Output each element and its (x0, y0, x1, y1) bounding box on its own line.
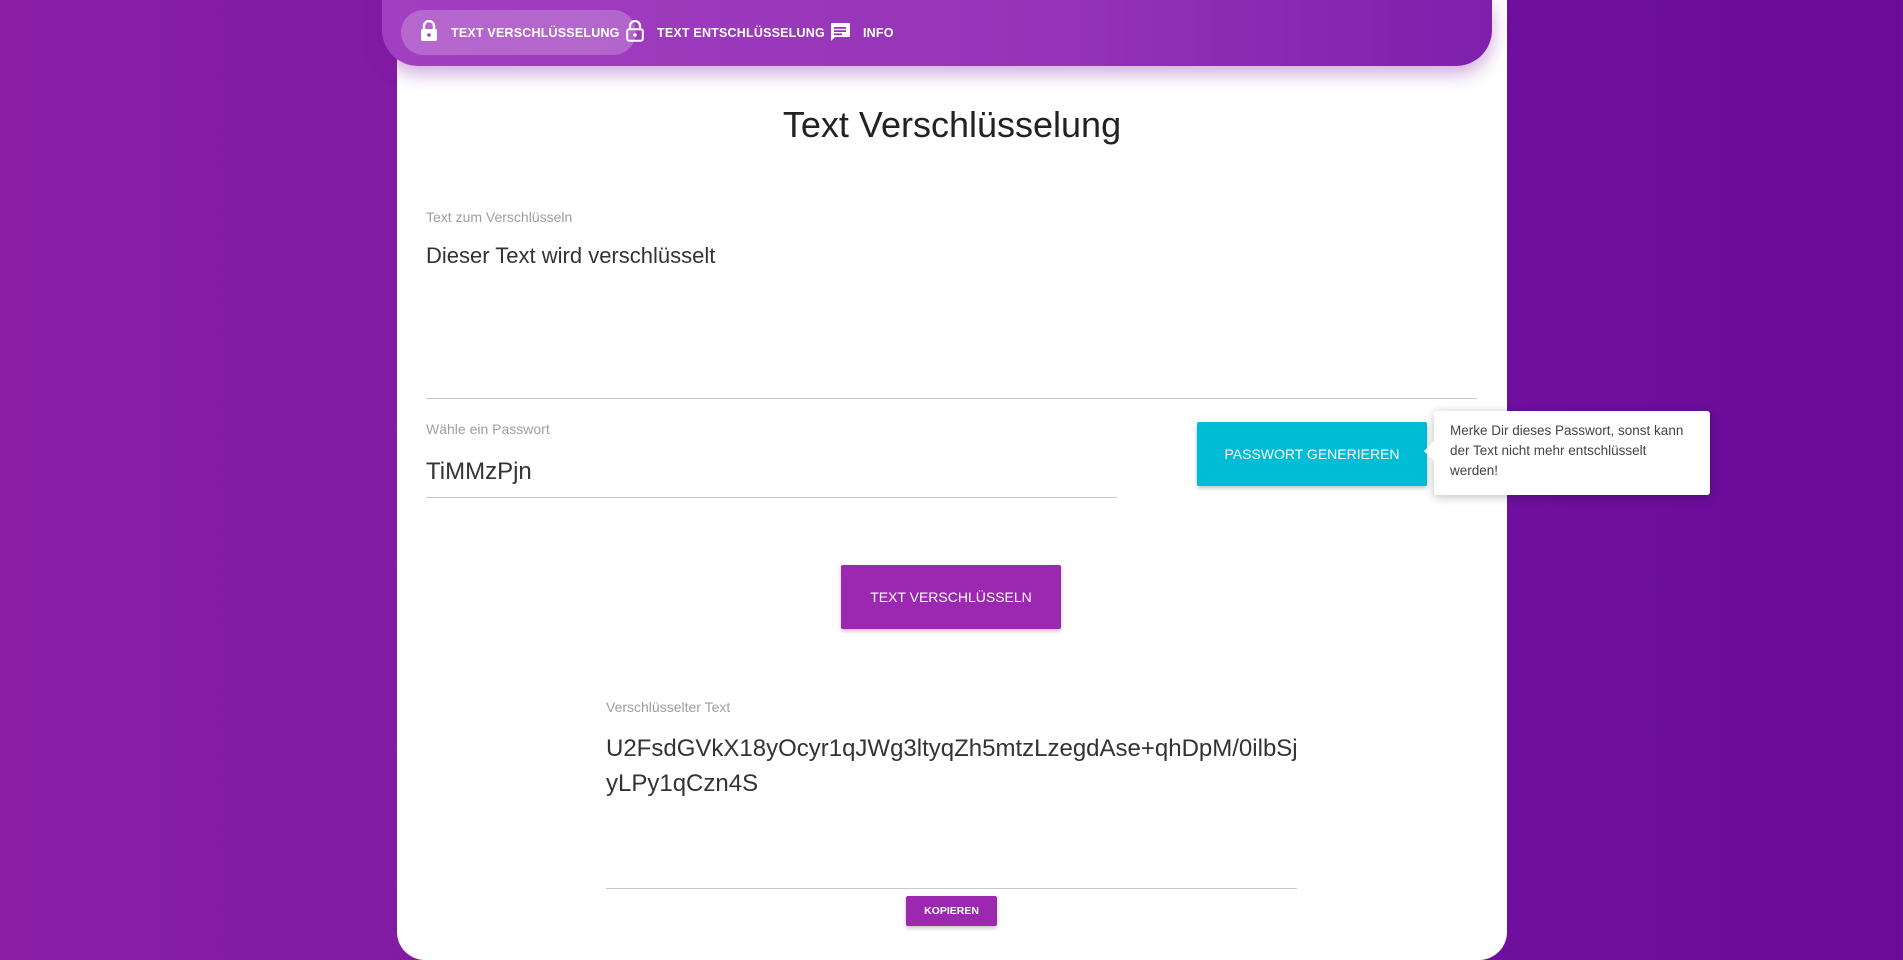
encrypt-text-button[interactable]: Text verschlüsseln (841, 565, 1061, 629)
password-tooltip: Merke Dir dieses Passwort, sonst kann de… (1424, 411, 1710, 495)
lock-icon (419, 19, 451, 45)
tab-text-encryption[interactable]: TEXT VERSCHLÜSSELUNG (401, 10, 636, 55)
tab-info[interactable]: INFO (811, 10, 910, 55)
tab-label: TEXT VERSCHLÜSSELUNG (451, 25, 620, 40)
text-to-encrypt-textarea[interactable]: Dieser Text wird verschlüsselt (426, 243, 1476, 393)
generate-password-button[interactable]: Passwort generieren (1197, 422, 1427, 486)
encrypted-text-output[interactable]: U2FsdGVkX18yOcyr1qJWg3ltyqZh5mtzLzegdAse… (606, 731, 1301, 881)
lock-open-icon (625, 19, 657, 45)
tooltip-text: Merke Dir dieses Passwort, sonst kann de… (1450, 423, 1684, 478)
result-label: Verschlüsselter Text (606, 699, 731, 715)
text-input-label: Text zum Verschlüsseln (426, 209, 573, 225)
top-navigation: TEXT VERSCHLÜSSELUNG TEXT ENTSCHLÜSSELUN… (382, 0, 1492, 66)
page-title: Text Verschlüsselung (782, 104, 1122, 145)
textarea-underline (426, 398, 1477, 399)
tab-label: INFO (863, 25, 894, 40)
tab-label: TEXT ENTSCHLÜSSELUNG (657, 25, 825, 40)
message-icon (829, 20, 863, 45)
password-label: Wähle ein Passwort (426, 421, 550, 437)
tab-text-decryption[interactable]: TEXT ENTSCHLÜSSELUNG (607, 10, 841, 55)
copy-button[interactable]: Kopieren (906, 896, 997, 926)
password-input[interactable]: TiMMzPjn (426, 458, 1116, 494)
password-underline (426, 497, 1117, 498)
result-underline (606, 888, 1297, 889)
